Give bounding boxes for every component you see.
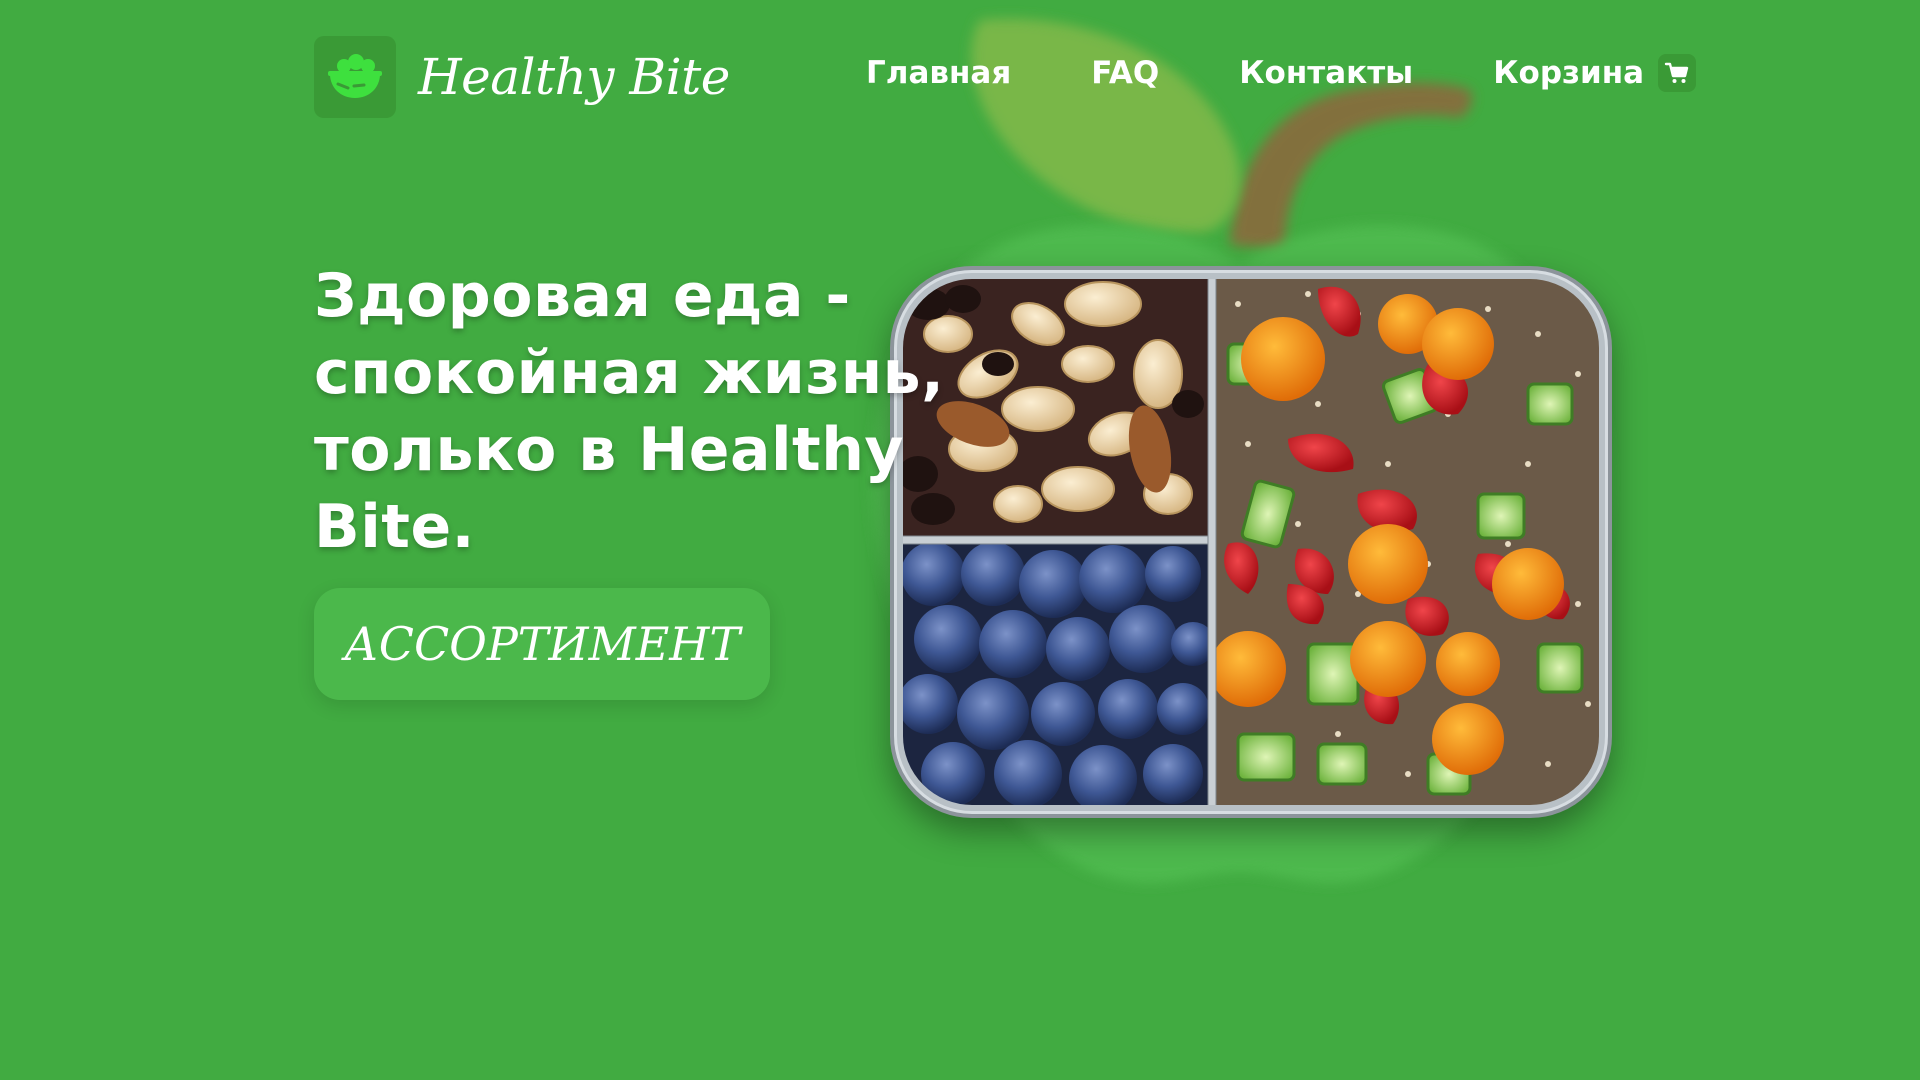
cart-icon[interactable] <box>1658 54 1697 92</box>
brand-logo-link[interactable]: Healthy Bite <box>314 36 730 118</box>
lunchbox-image <box>890 266 1612 818</box>
brand-name: Healthy Bite <box>418 48 730 106</box>
nav-link-contacts[interactable]: Контакты <box>1239 55 1413 91</box>
assortment-button[interactable]: АССОРТИМЕНТ <box>314 588 770 700</box>
apple-stem <box>1230 82 1472 250</box>
hero-title: Здоровая еда - спокойная жизнь, только в… <box>314 261 945 562</box>
nav-cart[interactable]: Корзина <box>1493 54 1697 92</box>
page: Healthy Bite Главная FAQ Контакты Корзин… <box>0 0 1920 1080</box>
nav-link-cart[interactable]: Корзина <box>1493 55 1644 91</box>
nav-link-home[interactable]: Главная <box>866 55 1011 91</box>
salad-bowl-icon <box>314 36 396 118</box>
apple-leaf <box>971 18 1241 233</box>
nav-link-faq[interactable]: FAQ <box>1091 55 1159 91</box>
vertical-divider <box>1207 277 1217 807</box>
main-nav: Главная FAQ Контакты Корзина <box>866 54 1697 92</box>
